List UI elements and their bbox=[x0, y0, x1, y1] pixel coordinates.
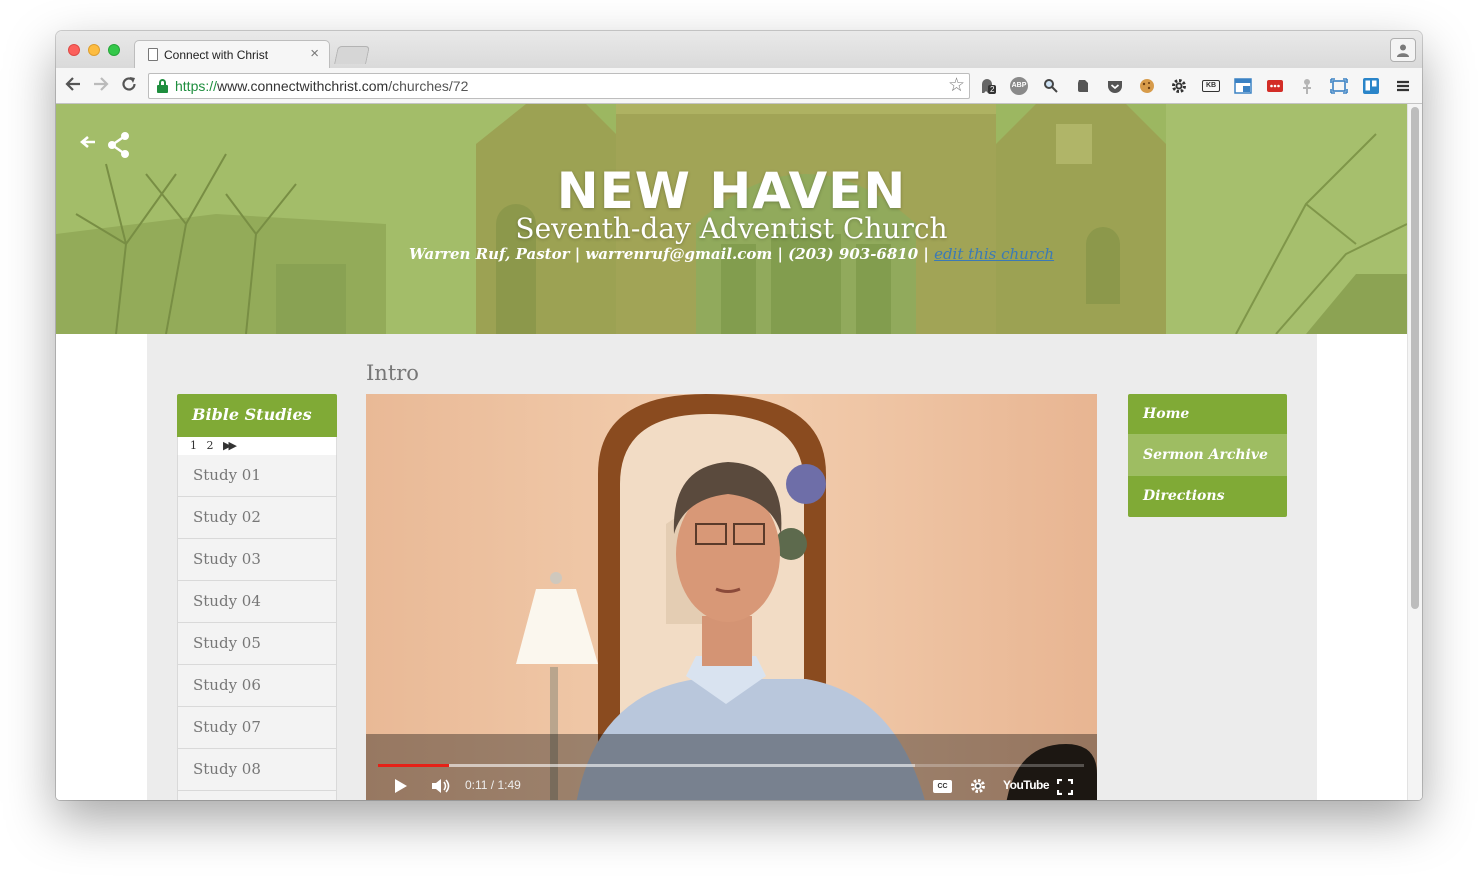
pin-icon[interactable] bbox=[1298, 77, 1316, 95]
page-icon bbox=[148, 48, 158, 61]
nav-item-directions[interactable]: Directions bbox=[1128, 476, 1287, 517]
video-player[interactable]: 0:11 / 1:49 CC YouTube bbox=[366, 394, 1097, 800]
play-icon bbox=[395, 779, 407, 793]
section-title: Intro bbox=[366, 361, 419, 385]
arrow-right-icon bbox=[94, 77, 109, 91]
volume-icon bbox=[432, 779, 450, 793]
close-window-button[interactable] bbox=[68, 44, 80, 56]
video-progress-bar bbox=[378, 764, 449, 767]
back-arrow-icon[interactable] bbox=[79, 132, 96, 155]
study-item[interactable]: Study 07 bbox=[177, 707, 337, 749]
page-1[interactable]: 1 bbox=[190, 439, 197, 452]
study-item[interactable]: Study 03 bbox=[177, 539, 337, 581]
lastpass-icon[interactable] bbox=[1266, 77, 1284, 95]
volume-button[interactable] bbox=[431, 778, 451, 799]
video-progress-track[interactable] bbox=[378, 764, 1084, 767]
lens-icon[interactable] bbox=[1042, 77, 1060, 95]
study-item[interactable]: Study 06 bbox=[177, 665, 337, 707]
zoom-window-button[interactable] bbox=[108, 44, 120, 56]
tab-title: Connect with Christ bbox=[164, 48, 269, 62]
lock-icon bbox=[157, 79, 168, 93]
captions-button[interactable]: CC bbox=[933, 780, 952, 793]
fullscreen-icon bbox=[1056, 778, 1074, 796]
video-frame bbox=[366, 394, 1097, 800]
reload-icon bbox=[122, 77, 136, 91]
page-content: NEW HAVEN Seventh-day Adventist Church W… bbox=[56, 104, 1422, 800]
ghostery-icon[interactable]: 2 bbox=[978, 77, 997, 95]
gear-icon[interactable] bbox=[1170, 77, 1188, 95]
evernote-icon[interactable] bbox=[1074, 77, 1092, 95]
profile-button[interactable] bbox=[1390, 38, 1416, 62]
new-tab-button[interactable] bbox=[334, 46, 370, 64]
hero-banner: NEW HAVEN Seventh-day Adventist Church W… bbox=[56, 104, 1407, 334]
study-item[interactable]: Study 04 bbox=[177, 581, 337, 623]
study-item[interactable]: Study 05 bbox=[177, 623, 337, 665]
pocket-icon[interactable] bbox=[1106, 77, 1124, 95]
settings-gear-icon bbox=[971, 779, 985, 793]
trello-icon[interactable] bbox=[1362, 77, 1380, 95]
page-scrollbar[interactable] bbox=[1407, 104, 1422, 800]
edit-church-link[interactable]: edit this church bbox=[934, 245, 1054, 263]
minimize-window-button[interactable] bbox=[88, 44, 100, 56]
browser-tab[interactable]: Connect with Christ × bbox=[134, 40, 330, 68]
video-settings-button[interactable] bbox=[969, 777, 987, 800]
tab-strip: Connect with Christ × bbox=[56, 31, 1422, 68]
reload-button[interactable] bbox=[120, 75, 138, 99]
menu-icon[interactable] bbox=[1394, 77, 1412, 95]
study-item-partial[interactable] bbox=[177, 791, 337, 800]
bible-studies-sidebar: Bible Studies 1 2 ▶▶ Study 01 Study 02 S… bbox=[177, 394, 337, 800]
url-text[interactable]: https://www.connectwithchrist.com/church… bbox=[175, 78, 468, 94]
arrow-left-icon bbox=[65, 77, 80, 91]
browser-toolbar: https://www.connectwithchrist.com/church… bbox=[56, 68, 1422, 104]
study-item[interactable]: Study 08 bbox=[177, 749, 337, 791]
extension-badge: 2 bbox=[988, 85, 997, 94]
video-buffered-bar bbox=[378, 764, 915, 767]
forward-button[interactable] bbox=[92, 75, 110, 99]
next-page-icon[interactable]: ▶▶ bbox=[223, 439, 237, 452]
bible-studies-header: Bible Studies bbox=[177, 394, 337, 437]
play-button[interactable] bbox=[394, 778, 408, 799]
pastor-contact: Warren Ruf, Pastor | warrenruf@gmail.com… bbox=[408, 245, 929, 263]
nav-item-home[interactable]: Home bbox=[1128, 394, 1287, 435]
close-tab-icon[interactable]: × bbox=[310, 45, 319, 62]
church-subtitle: Seventh-day Adventist Church bbox=[515, 212, 948, 245]
cc-icon: CC bbox=[937, 783, 948, 790]
kb-icon[interactable]: KB bbox=[1202, 77, 1220, 95]
back-button[interactable] bbox=[64, 75, 82, 99]
browser-window: Connect with Christ × https://www.connec… bbox=[56, 31, 1422, 800]
main-panel: Intro Bible Studies 1 2 ▶▶ Study 01 Stud… bbox=[147, 334, 1317, 800]
share-icon[interactable] bbox=[106, 130, 132, 160]
church-nav-menu: Home Sermon Archive Directions bbox=[1128, 394, 1287, 517]
adblock-icon[interactable]: ABP bbox=[1010, 77, 1028, 95]
person-icon bbox=[1397, 44, 1409, 57]
video-time: 0:11 / 1:49 bbox=[465, 778, 521, 792]
scrollbar-thumb[interactable] bbox=[1411, 107, 1419, 609]
bookmark-star-icon[interactable]: ☆ bbox=[948, 74, 965, 97]
cookie-icon[interactable] bbox=[1138, 77, 1156, 95]
nav-item-sermon-archive[interactable]: Sermon Archive bbox=[1128, 435, 1287, 476]
screenshot-icon[interactable] bbox=[1330, 77, 1348, 95]
study-item[interactable]: Study 01 bbox=[177, 455, 337, 497]
page-2-link[interactable]: 2 bbox=[207, 439, 214, 452]
church-contact-info: Warren Ruf, Pastor | warrenruf@gmail.com… bbox=[56, 245, 1407, 263]
address-bar[interactable]: https://www.connectwithchrist.com/church… bbox=[148, 73, 970, 99]
youtube-logo-icon[interactable]: YouTube bbox=[1003, 778, 1050, 792]
study-item[interactable]: Study 02 bbox=[177, 497, 337, 539]
studies-pager: 1 2 ▶▶ bbox=[177, 437, 337, 455]
fullscreen-button[interactable] bbox=[1056, 778, 1074, 800]
window-icon[interactable] bbox=[1234, 77, 1252, 95]
